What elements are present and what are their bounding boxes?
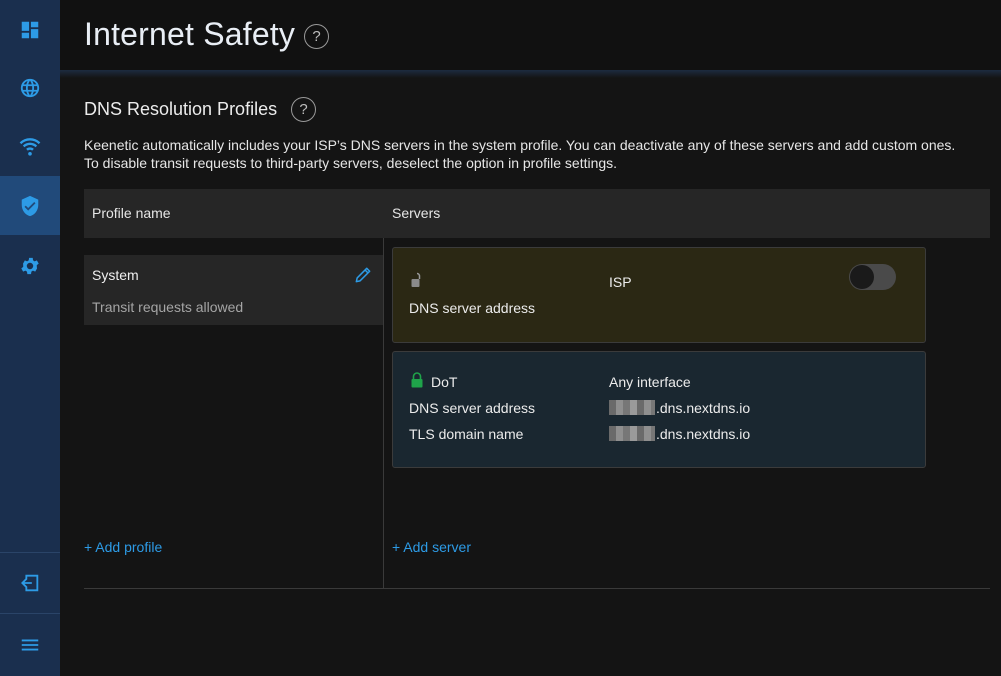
profile-name: System xyxy=(92,267,139,283)
table-bottom-divider xyxy=(84,588,990,589)
logout-icon xyxy=(21,574,39,591)
column-divider xyxy=(383,238,384,588)
dns-server-address-value: .dns.nextdns.io xyxy=(609,400,750,416)
column-header-servers: Servers xyxy=(392,205,441,221)
sidebar-divider xyxy=(0,613,60,614)
add-server-link[interactable]: + Add server xyxy=(392,539,471,555)
profile-row-system[interactable]: System Transit requests allowed xyxy=(84,255,383,325)
profile-subtitle: Transit requests allowed xyxy=(92,299,244,315)
description-line-2: To disable transit requests to third-par… xyxy=(84,155,618,171)
description-line-1: Keenetic automatically includes your ISP… xyxy=(84,137,956,153)
nav-dashboard[interactable] xyxy=(0,0,60,59)
nav-internet-safety[interactable] xyxy=(0,176,60,235)
server-protocol: DoT xyxy=(431,374,458,390)
page-header: Internet Safety ? xyxy=(60,0,1001,72)
table-header: Profile name Servers xyxy=(84,189,990,238)
nav-internet[interactable] xyxy=(0,58,60,117)
server-card-dot[interactable]: DoT Any interface DNS server address .dn… xyxy=(392,351,926,468)
address-suffix: .dns.nextdns.io xyxy=(656,400,751,416)
menu-icon xyxy=(21,639,39,650)
dns-server-address-label: DNS server address xyxy=(409,400,536,416)
sidebar xyxy=(0,0,60,676)
gear-icon xyxy=(21,257,39,274)
lock-open-icon xyxy=(411,272,421,287)
lock-closed-icon xyxy=(411,372,423,388)
pencil-icon[interactable] xyxy=(353,265,373,285)
dashboard-icon xyxy=(21,21,39,38)
server-interface: Any interface xyxy=(609,374,691,390)
dns-server-address-label: DNS server address xyxy=(409,300,536,316)
nav-menu[interactable] xyxy=(0,615,60,674)
header-shadow xyxy=(60,70,1001,78)
main-content: Internet Safety ? DNS Resolution Profile… xyxy=(60,0,1001,676)
help-icon[interactable]: ? xyxy=(304,24,329,49)
page-title: Internet Safety xyxy=(84,16,296,52)
add-profile-link[interactable]: + Add profile xyxy=(84,539,162,555)
server-enable-toggle[interactable] xyxy=(849,264,896,290)
tls-suffix: .dns.nextdns.io xyxy=(656,426,751,442)
server-card-isp[interactable]: ISP DNS server address xyxy=(392,247,926,343)
server-type-label: ISP xyxy=(609,274,632,290)
nav-logout[interactable] xyxy=(0,553,60,612)
globe-icon xyxy=(20,78,40,97)
nav-wifi[interactable] xyxy=(0,116,60,175)
redacted-block xyxy=(609,400,655,415)
shield-check-icon xyxy=(21,195,39,216)
column-header-profile: Profile name xyxy=(92,205,171,221)
section-title: DNS Resolution Profiles xyxy=(84,99,278,119)
redacted-block xyxy=(609,426,655,441)
nav-settings[interactable] xyxy=(0,236,60,295)
section-help-icon[interactable]: ? xyxy=(291,97,316,122)
tls-domain-value: .dns.nextdns.io xyxy=(609,426,750,442)
toggle-knob xyxy=(850,265,874,289)
tls-domain-label: TLS domain name xyxy=(409,426,524,442)
wifi-icon xyxy=(19,137,41,156)
